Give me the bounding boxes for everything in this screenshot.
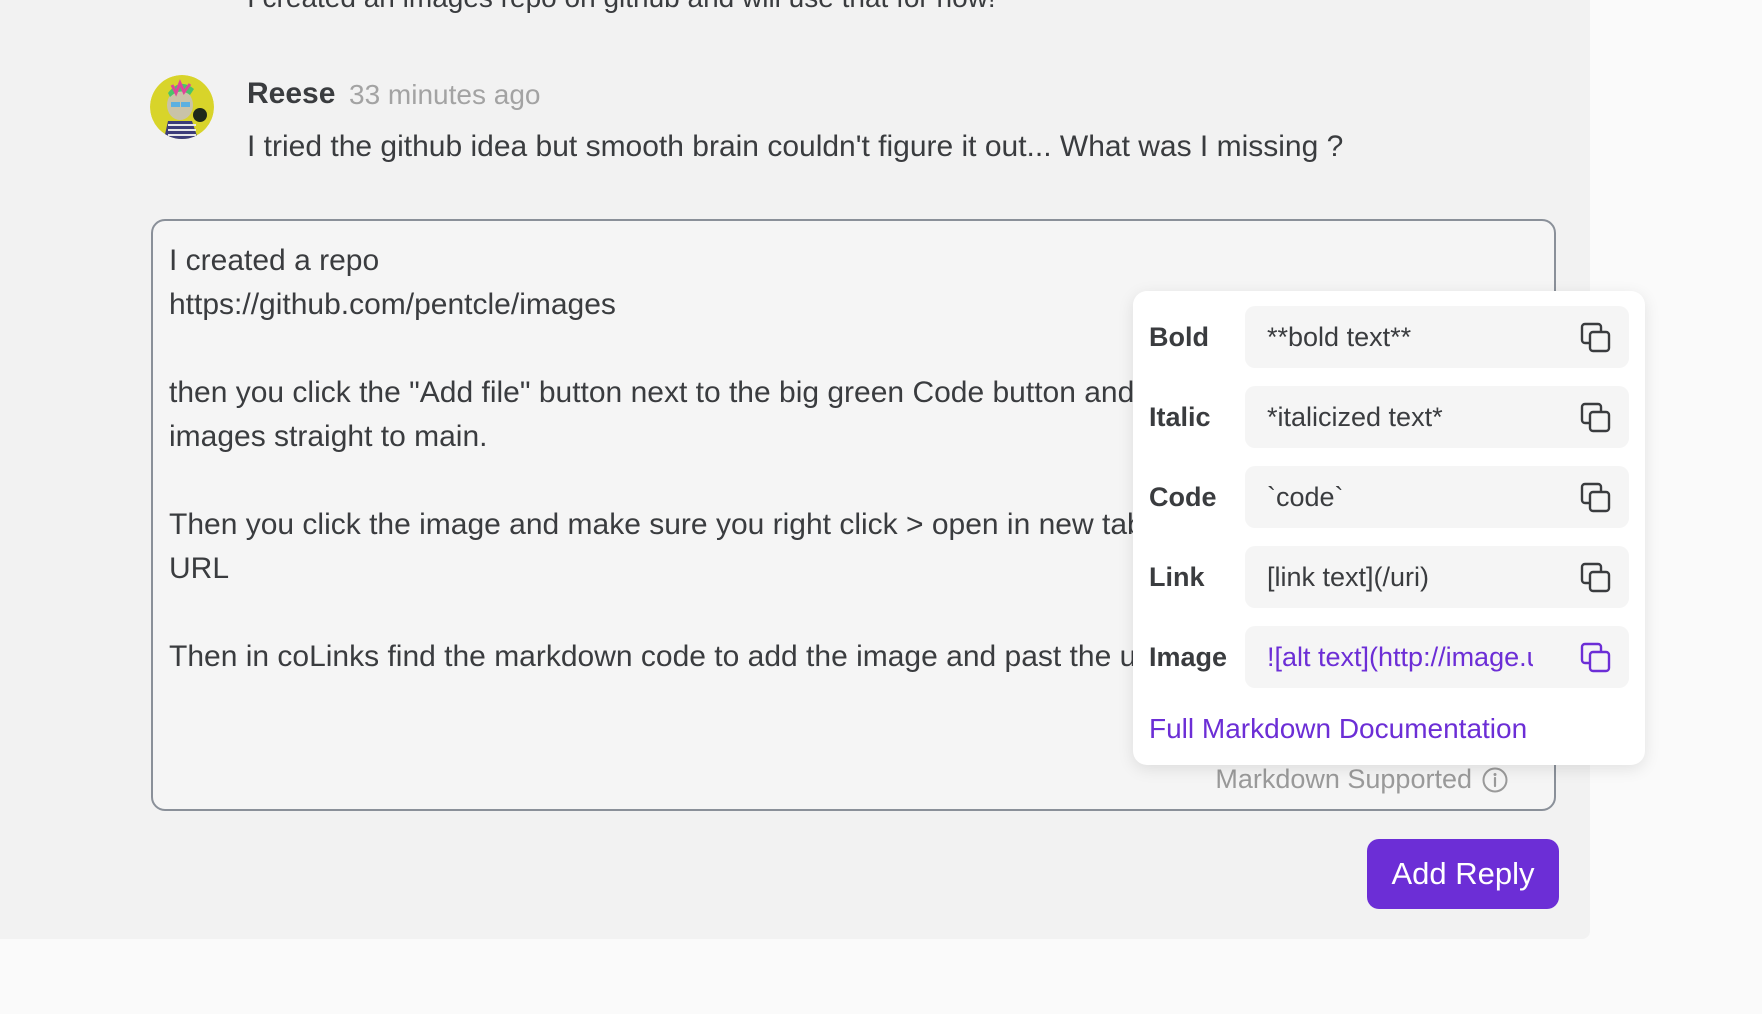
full-markdown-documentation-link[interactable]: Full Markdown Documentation	[1149, 713, 1527, 745]
markdown-label: Italic	[1149, 402, 1211, 432]
copy-icon[interactable]	[1579, 561, 1613, 595]
markdown-supported-label: Markdown Supported	[1215, 764, 1472, 794]
avatar-image	[150, 75, 214, 139]
markdown-example: **bold text**	[1267, 322, 1412, 352]
markdown-row-bold: Bold **bold text**	[1149, 306, 1629, 368]
copy-icon[interactable]	[1579, 401, 1613, 435]
markdown-row-code: Code `code`	[1149, 466, 1629, 528]
markdown-supported-hint[interactable]: Markdown Supported	[1215, 764, 1508, 795]
markdown-example: ![alt text](http://image.url)	[1267, 642, 1533, 672]
info-icon[interactable]	[1482, 767, 1508, 793]
markdown-example-box: *italicized text*	[1245, 386, 1629, 448]
avatar[interactable]	[150, 75, 214, 139]
markdown-label: Image	[1149, 642, 1228, 672]
comment-text: I tried the github idea but smooth brain…	[247, 130, 1344, 163]
copy-icon[interactable]	[1579, 641, 1613, 675]
markdown-example-box: `code`	[1245, 466, 1629, 528]
markdown-help-popover: Bold **bold text** Italic *italicized te…	[1133, 291, 1645, 765]
markdown-label: Bold	[1149, 322, 1209, 352]
previous-comment-text: I created an images repo on github and w…	[247, 0, 996, 15]
comment-timestamp: 33 minutes ago	[349, 79, 541, 110]
markdown-row-italic: Italic *italicized text*	[1149, 386, 1629, 448]
add-reply-button[interactable]: Add Reply	[1367, 839, 1559, 909]
copy-icon[interactable]	[1579, 321, 1613, 355]
markdown-example: `code`	[1267, 482, 1344, 512]
markdown-label: Code	[1149, 482, 1217, 512]
markdown-example-box: [link text](/uri)	[1245, 546, 1629, 608]
markdown-example: [link text](/uri)	[1267, 562, 1430, 592]
markdown-label: Link	[1149, 562, 1205, 592]
markdown-row-image: Image ![alt text](http://image.url)	[1149, 626, 1629, 688]
markdown-row-link: Link [link text](/uri)	[1149, 546, 1629, 608]
markdown-example-box: ![alt text](http://image.url)	[1245, 626, 1629, 688]
markdown-example: *italicized text*	[1267, 402, 1443, 432]
comment-author[interactable]: Reese	[247, 76, 335, 112]
copy-icon[interactable]	[1579, 481, 1613, 515]
markdown-example-box: **bold text**	[1245, 306, 1629, 368]
